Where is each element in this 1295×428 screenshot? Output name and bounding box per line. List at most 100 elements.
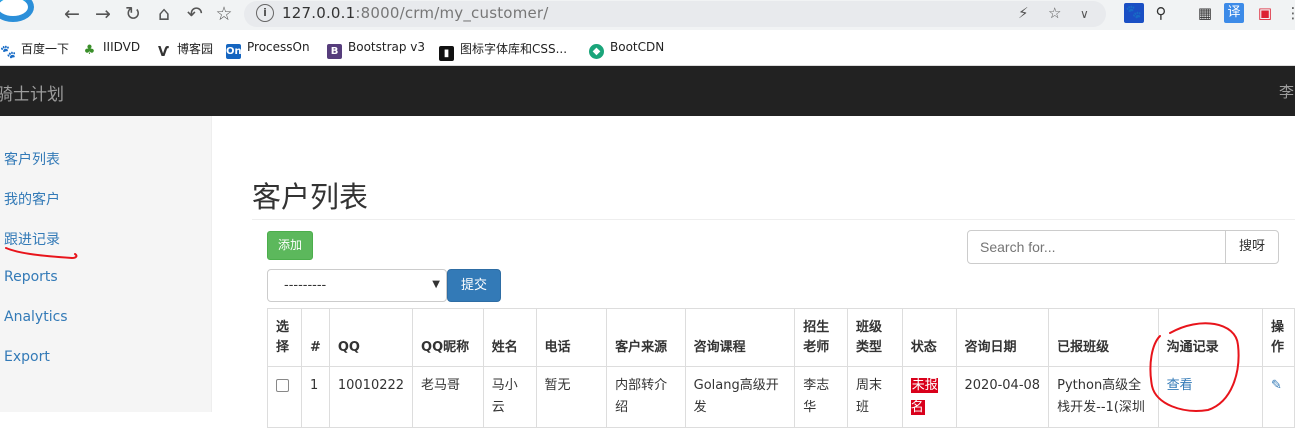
sidebar-item-follow-up[interactable]: 跟进记录 (4, 229, 60, 249)
info-icon[interactable]: i (256, 4, 274, 22)
action-select-value: --------- (284, 278, 327, 293)
bookmark-star-icon[interactable]: ☆ (212, 2, 236, 26)
cell-teacher: 李志华 (794, 366, 848, 428)
col-qq-nickname: QQ昵称 (412, 308, 484, 367)
cell-phone: 暂无 (535, 366, 608, 428)
translate-icon[interactable]: 译 (1224, 3, 1244, 23)
bookmarks-bar: 🐾 百度一下 ♣ IIIDVD Ѵ 博客园 On ProcessOn B Bootstra… (0, 30, 1295, 66)
cell-class-type: 周末班 (846, 366, 903, 428)
col-actions: 操作 (1261, 308, 1295, 367)
cell-date: 2020-04-08 (955, 366, 1050, 428)
col-status: 状态 (901, 308, 957, 367)
col-source: 客户来源 (606, 308, 686, 367)
submit-button[interactable]: 提交 (447, 269, 501, 302)
bookmark-label: 图标字体库和CSS... (460, 42, 568, 56)
qrcode-icon[interactable]: ▦ (1195, 3, 1215, 23)
sidebar-item-my-customers[interactable]: 我的客户 (4, 189, 60, 209)
sidebar-item-export[interactable]: Export (4, 349, 50, 365)
bookmark-item[interactable]: ▮ 图标字体库和CSS... (439, 40, 567, 61)
blog-icon: Ѵ (157, 45, 170, 60)
page-title: 客户列表 (252, 180, 369, 214)
bootcdn-icon: ◆ (589, 44, 604, 59)
title-divider (252, 219, 1295, 220)
translate-icon-label: 译 (1227, 5, 1241, 20)
bookmark-item[interactable]: ◆ BootCDN (589, 40, 664, 59)
lightning-icon[interactable]: ⚡ (1018, 4, 1029, 22)
cell-status: 未报名 (901, 366, 957, 428)
bookmark-item[interactable]: ♣ IIIDVD (82, 40, 140, 58)
bookmark-item[interactable]: On ProcessOn (226, 40, 310, 59)
menu-icon[interactable]: ⋮ (1283, 3, 1295, 23)
bookmark-label: ProcessOn (247, 40, 310, 54)
browser-toolbar: ← → ↻ ⌂ ↶ ☆ i 127.0.0.1:8000/crm/my_cust… (0, 0, 1295, 30)
col-enrolled: 已报班级 (1048, 308, 1159, 367)
bookmark-item[interactable]: 🐾 百度一下 (0, 40, 69, 60)
customer-table: 选择 # QQ QQ昵称 姓名 电话 客户来源 咨询课程 招生老师 班级类型 状… (267, 308, 1295, 428)
pdf-icon[interactable]: ▣ (1255, 3, 1275, 23)
brand-title[interactable]: 骑士计划 (0, 80, 64, 105)
edit-icon[interactable]: ✎ (1271, 378, 1282, 393)
add-button[interactable]: 添加 (267, 231, 313, 260)
cell-index: 1 (300, 366, 330, 428)
url-host: 127.0.0.1 (282, 4, 356, 22)
bootstrap-icon: B (327, 44, 342, 59)
cell-course: Golang高级开发 (684, 366, 796, 428)
col-records: 沟通记录 (1157, 308, 1263, 367)
star-icon[interactable]: ☆ (1048, 4, 1061, 22)
cell-qq-nickname: 老马哥 (412, 366, 484, 428)
undo-icon[interactable]: ↶ (183, 2, 207, 26)
row-checkbox[interactable] (276, 379, 289, 392)
table-row: 1 10010222 老马哥 马小云 暂无 内部转介绍 Golang高级开发 李… (267, 366, 1295, 428)
col-class-type: 班级类型 (846, 308, 903, 367)
cell-source: 内部转介绍 (606, 366, 686, 428)
cell-select (267, 366, 302, 428)
sidebar: 客户列表 我的客户 跟进记录 Reports Analytics Export (0, 116, 212, 412)
sidebar-item-analytics[interactable]: Analytics (4, 309, 68, 325)
action-select[interactable]: --------- ▼ (267, 269, 447, 302)
forward-icon[interactable]: → (91, 2, 115, 26)
search-icon[interactable]: ⚲ (1151, 3, 1171, 23)
col-date: 咨询日期 (955, 308, 1050, 367)
bookmark-item[interactable]: B Bootstrap v3 (327, 40, 425, 59)
iconfont-icon: ▮ (439, 46, 454, 61)
search-button[interactable]: 搜呀 (1225, 230, 1279, 264)
processon-icon: On (226, 44, 242, 59)
cell-actions: ✎ (1261, 366, 1295, 428)
cell-enrolled: Python高级全栈开发--1(深圳 (1048, 366, 1159, 428)
search-input[interactable] (967, 230, 1226, 264)
url-path: :8000/crm/my_customer/ (355, 4, 549, 22)
bookmark-label: IIIDVD (103, 40, 141, 54)
paw-extension-icon[interactable]: 🐾 (1124, 3, 1144, 23)
cell-name: 马小云 (482, 366, 537, 428)
chevron-down-icon[interactable]: ∨ (1080, 7, 1089, 21)
tree-icon: ♣ (83, 43, 96, 58)
cell-records: 查看 (1157, 366, 1263, 428)
bookmark-label: 博客园 (177, 42, 214, 56)
app-navbar: 骑士计划 李 (0, 66, 1295, 116)
reload-icon[interactable]: ↻ (121, 2, 145, 26)
table-header-row: 选择 # QQ QQ昵称 姓名 电话 客户来源 咨询课程 招生老师 班级类型 状… (267, 308, 1295, 367)
sidebar-item-customer-list[interactable]: 客户列表 (4, 149, 60, 169)
address-bar[interactable]: i 127.0.0.1:8000/crm/my_customer/ ⚡ ☆ ∨ (244, 1, 1106, 27)
caret-down-icon: ▼ (432, 279, 440, 290)
bookmark-label: 百度一下 (21, 42, 70, 56)
back-icon[interactable]: ← (60, 2, 84, 26)
bookmark-item[interactable]: Ѵ 博客园 (156, 40, 213, 60)
col-course: 咨询课程 (684, 308, 796, 367)
col-qq: QQ (328, 308, 414, 367)
paw-icon: 🐾 (0, 45, 17, 60)
home-icon[interactable]: ⌂ (152, 2, 176, 26)
url-text: 127.0.0.1:8000/crm/my_customer/ (282, 4, 549, 22)
col-phone: 电话 (535, 308, 608, 367)
bookmark-label: BootCDN (610, 40, 665, 54)
browser-logo-icon (0, 0, 34, 22)
cell-qq: 10010222 (328, 366, 414, 428)
view-records-link[interactable]: 查看 (1167, 378, 1193, 393)
status-badge: 未报名 (910, 378, 938, 415)
col-select: 选择 (267, 308, 302, 367)
bookmark-label: Bootstrap v3 (348, 40, 426, 54)
sidebar-item-reports[interactable]: Reports (4, 269, 58, 285)
col-teacher: 招生老师 (794, 308, 848, 367)
col-index: # (300, 308, 330, 367)
nav-user[interactable]: 李 (1279, 81, 1294, 102)
